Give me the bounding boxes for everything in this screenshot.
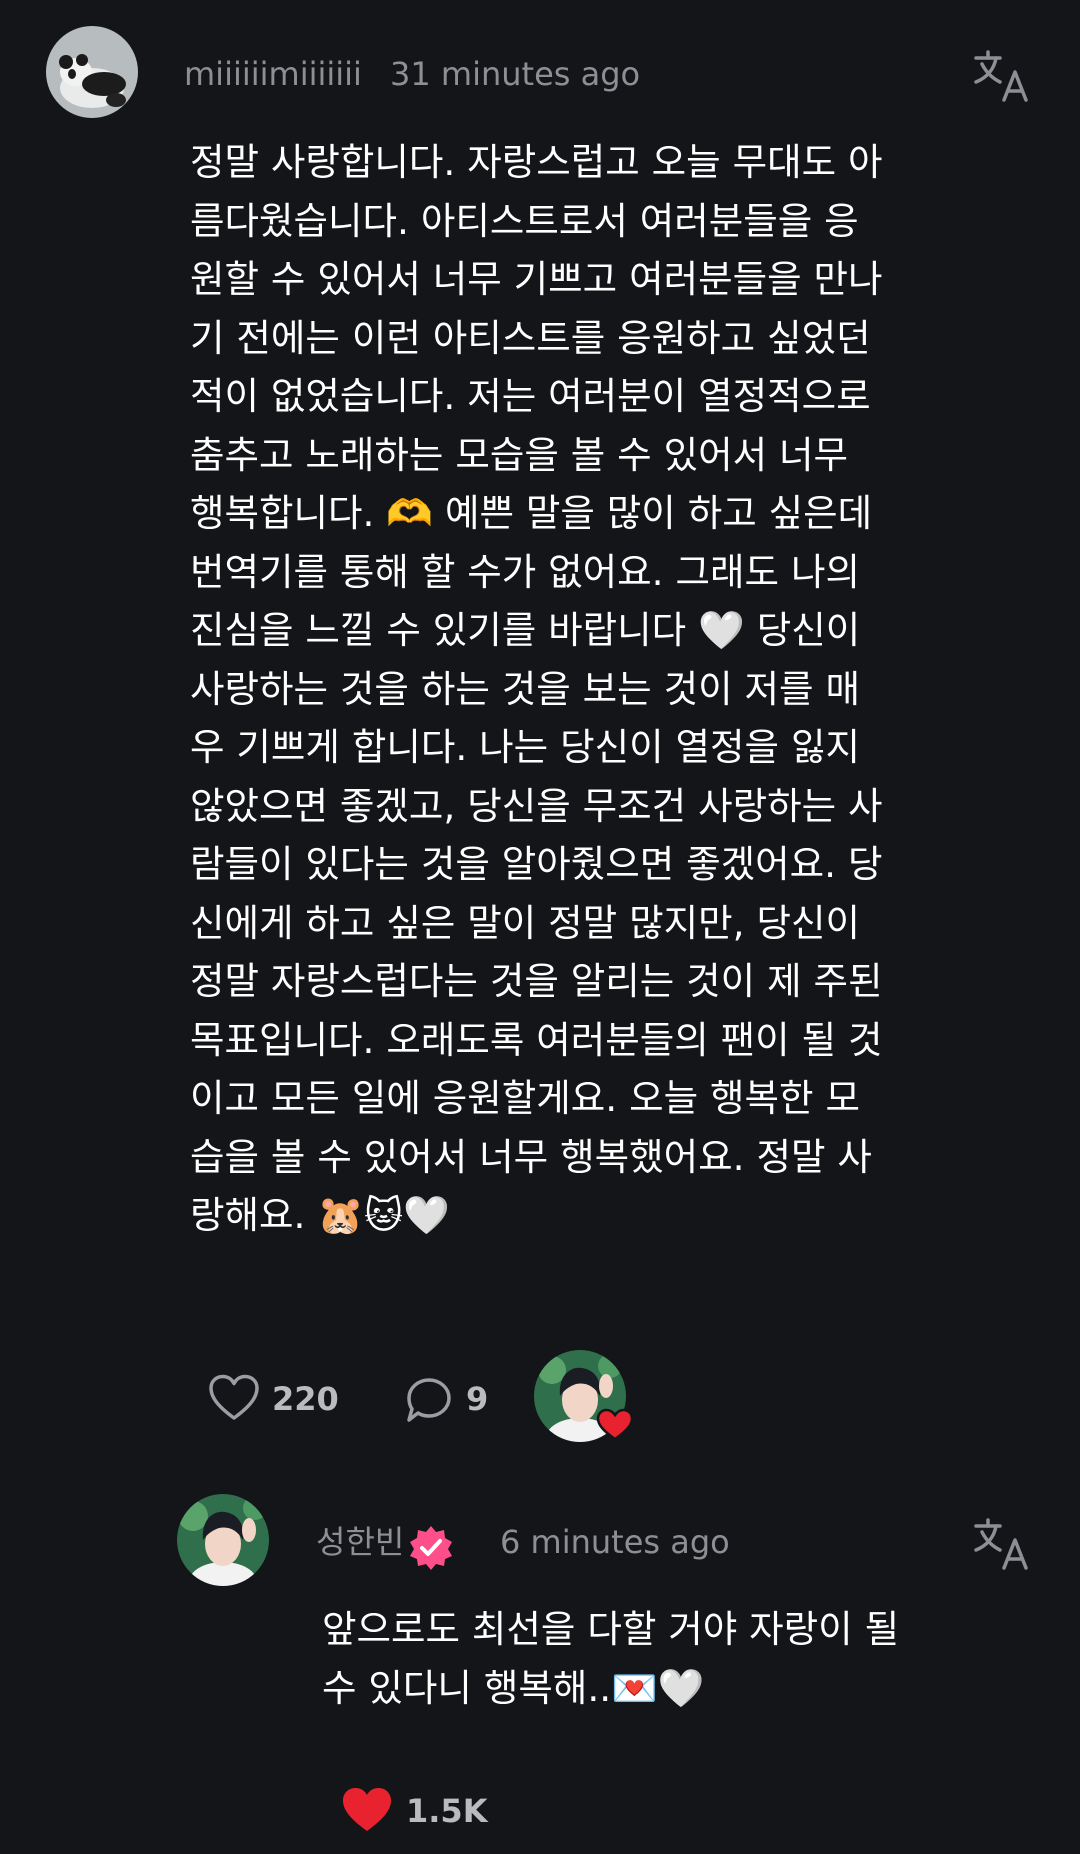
comment-bubble-icon [407, 1378, 451, 1422]
reply-like-count: 1.5K [406, 1792, 488, 1830]
reply-author-username[interactable]: 성한빈 [316, 1522, 404, 1562]
verified-badge-icon [408, 1524, 454, 1570]
reply-body: 앞으로도 최선을 다할 거야 자랑이 될 수 있다니 행복해..💌🤍 [322, 1607, 900, 1710]
reply-author-avatar[interactable] [177, 1494, 269, 1586]
reply-timestamp: 6 minutes ago [500, 1523, 730, 1561]
comment-button[interactable] [404, 1376, 454, 1424]
heart-outline-icon [209, 1374, 259, 1420]
heart-filled-icon [596, 1408, 634, 1441]
artist-avatar-icon [177, 1494, 269, 1586]
translate-icon [974, 50, 1028, 102]
post-body: 정말 사랑합니다. 자랑스럽고 오늘 무대도 아름다웠습니다. 아티스트로서 여… [190, 140, 883, 1237]
author-avatar[interactable] [46, 26, 138, 118]
comment-count: 9 [466, 1380, 489, 1418]
reply-translate-button[interactable] [972, 1516, 1032, 1572]
like-count: 220 [272, 1380, 339, 1418]
panda-avatar-icon [46, 26, 138, 118]
post-timestamp: 31 minutes ago [390, 55, 641, 93]
translate-button[interactable] [972, 48, 1032, 104]
heart-filled-icon [343, 1788, 391, 1831]
like-button[interactable] [208, 1374, 260, 1422]
translate-icon [974, 1518, 1028, 1570]
reply-like-button[interactable] [340, 1786, 394, 1834]
artist-liked-indicator [532, 1350, 636, 1446]
author-username[interactable]: miiiiiimiiiiiii [184, 54, 362, 94]
